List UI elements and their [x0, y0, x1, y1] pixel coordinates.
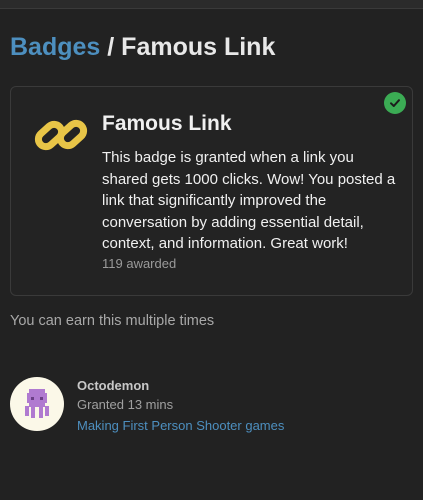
topic-link[interactable]: Making First Person Shooter games — [77, 418, 284, 433]
avatar[interactable] — [10, 377, 64, 431]
breadcrumb-badges-link[interactable]: Badges — [10, 33, 100, 61]
breadcrumb-current: Famous Link — [121, 33, 276, 61]
badge-description: This badge is granted when a link you sh… — [102, 149, 396, 252]
user-name[interactable]: Octodemon — [77, 378, 149, 393]
breadcrumb-separator: / — [107, 33, 115, 61]
awarded-count: 119 awarded — [102, 256, 177, 271]
granted-time: Granted 13 mins — [77, 397, 174, 412]
octopus-avatar-icon — [25, 389, 49, 418]
page-title: Badges / Famous Link — [10, 33, 275, 62]
earn-multiple-note: You can earn this multiple times — [10, 313, 215, 329]
badge-name: Famous Link — [102, 112, 232, 135]
chain-link-icon — [34, 119, 88, 151]
header-bar — [0, 0, 423, 9]
check-icon — [384, 92, 406, 114]
